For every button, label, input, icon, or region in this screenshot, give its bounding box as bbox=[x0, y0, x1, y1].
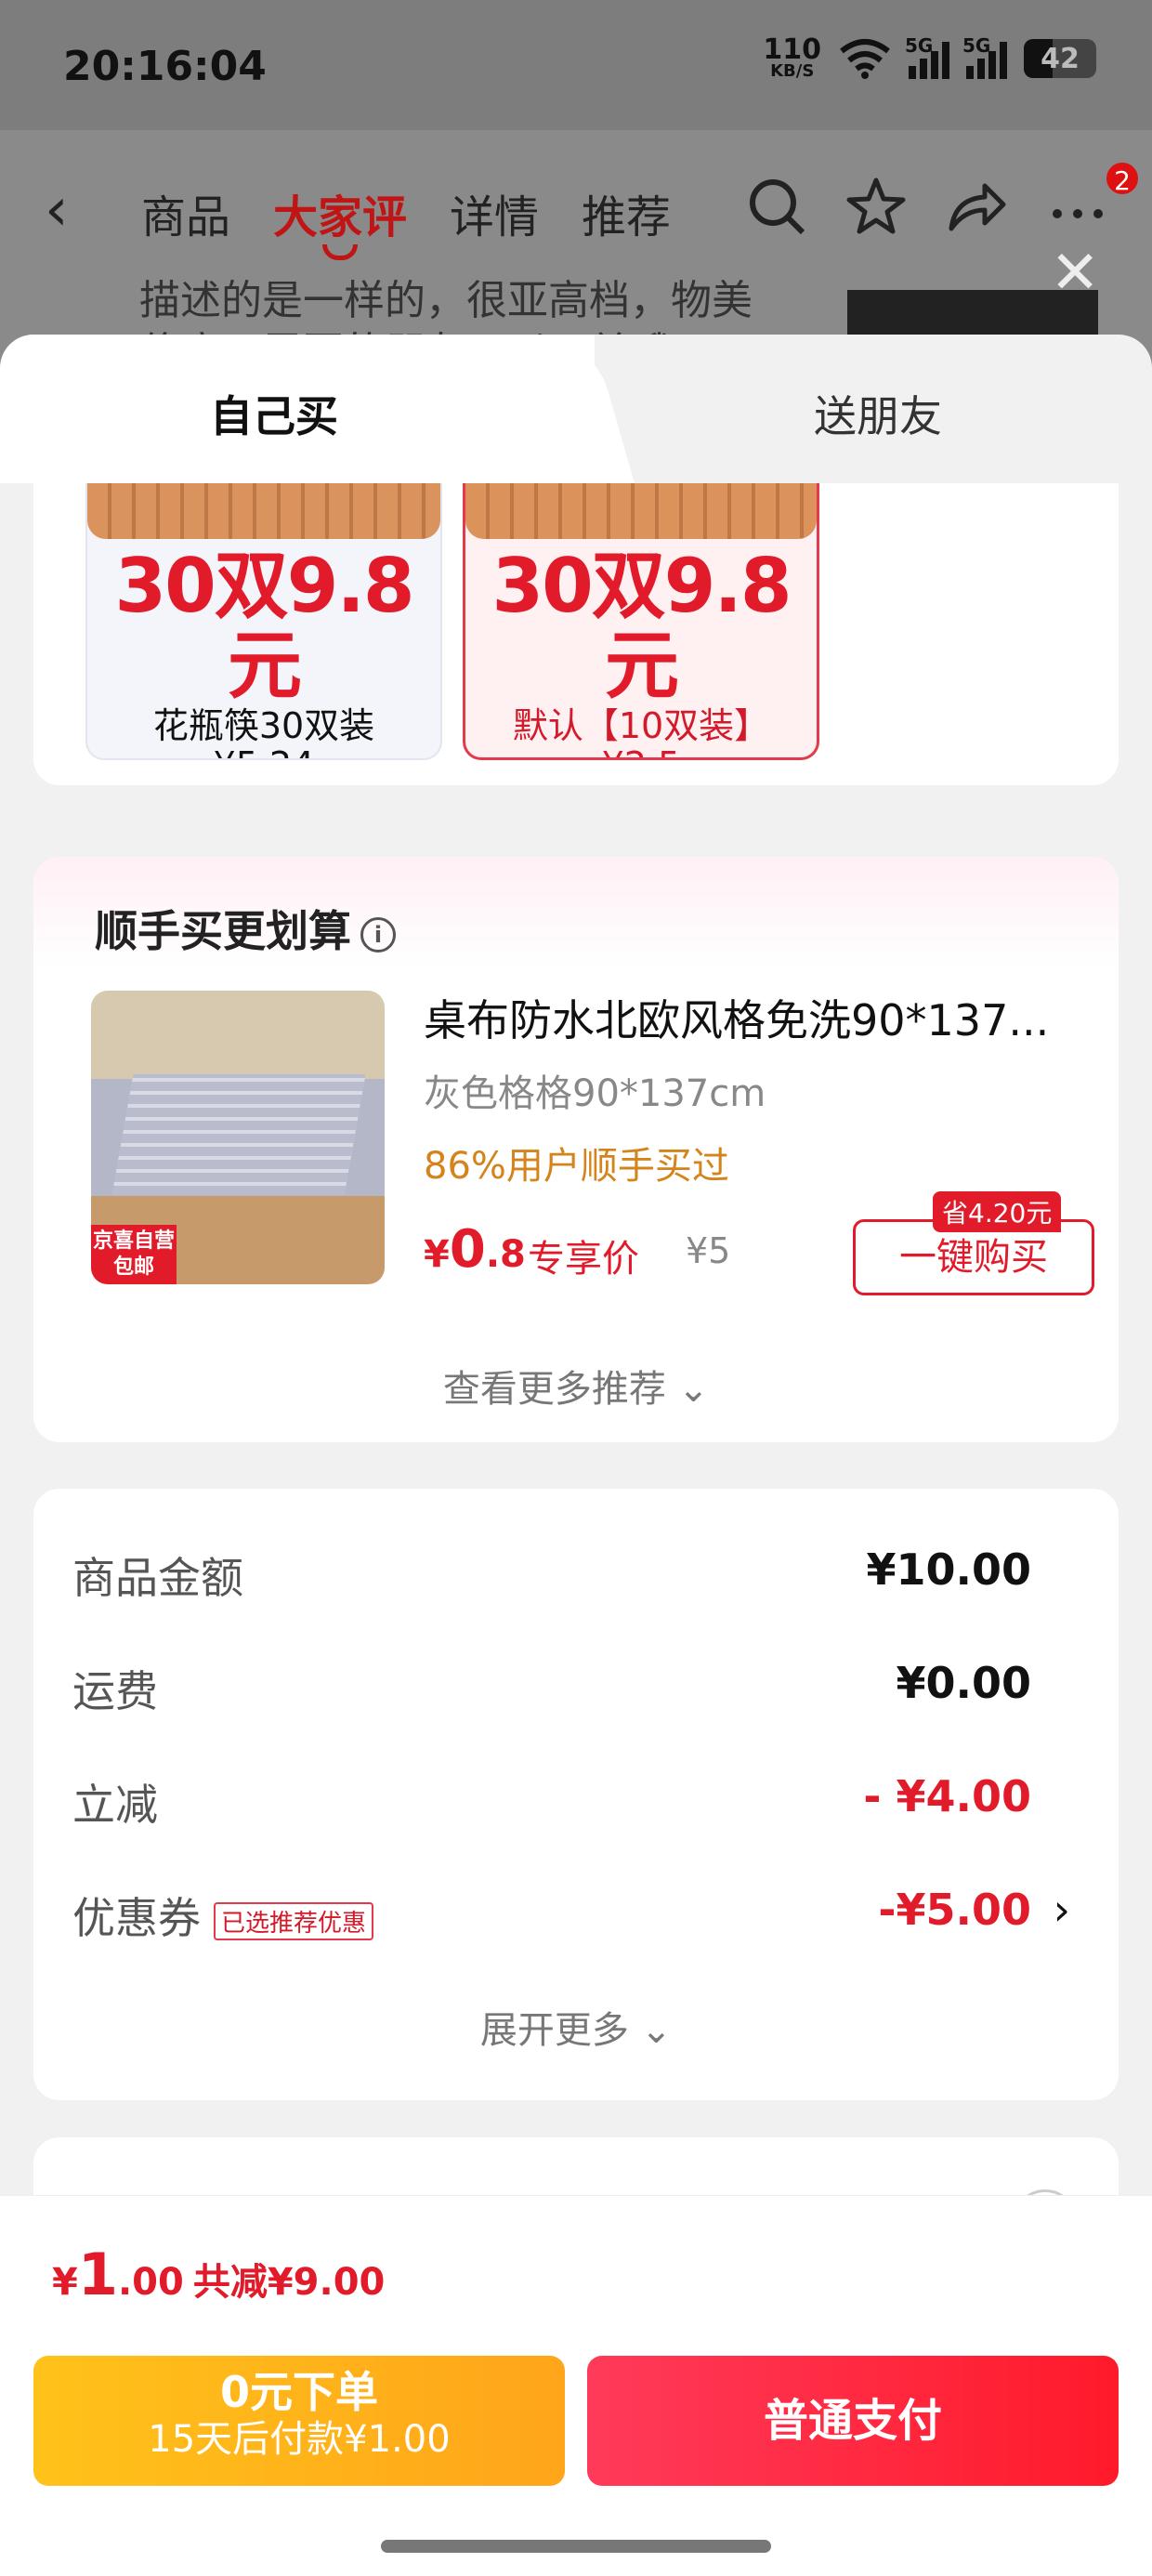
coupon-tag: 已选推荐优惠 bbox=[214, 1902, 374, 1940]
more-recommend-link[interactable]: 查看更多推荐 ⌄ bbox=[33, 1359, 1119, 1413]
bundle-bought-rate: 86%用户顺手买过 bbox=[424, 1145, 729, 1188]
free-shipping-tag: 京喜自营 包邮 bbox=[91, 1225, 177, 1284]
battery-icon: 42 bbox=[1024, 39, 1096, 78]
bundle-recommend-card: 顺手买更划算 i 京喜自营 包邮 桌布防水北欧风格免洗90*137... 灰色格格9… bbox=[33, 857, 1119, 1442]
home-indicator[interactable] bbox=[381, 2540, 771, 2553]
network-speed-value: 110 bbox=[763, 33, 821, 66]
summary-label: 立减 bbox=[72, 1780, 158, 1830]
more-badge: 2 bbox=[1104, 160, 1141, 197]
pay-later-sub: 15天后付款¥1.00 bbox=[148, 2418, 451, 2461]
price-int: 0 bbox=[449, 1219, 486, 1280]
sku-options-card: 30双9.8元 花瓶筷30双装 ¥5.24 30双9.8元 默认【10双装】 ¥… bbox=[33, 483, 1119, 785]
expand-more-link[interactable]: 展开更多 ⌄ bbox=[33, 2000, 1119, 2054]
summary-value: ¥10.00 bbox=[866, 1544, 1031, 1595]
status-icons: 110 KB/S 5G 5G 42 bbox=[763, 33, 1096, 81]
sku-promo: 30双9.8元 bbox=[491, 543, 792, 709]
pay-later-button[interactable]: 0元下单 15天后付款¥1.00 bbox=[33, 2356, 565, 2486]
sku-promo: 30双9.8元 bbox=[114, 543, 414, 709]
nav-actions bbox=[747, 177, 1111, 236]
summary-value: -¥5.00 bbox=[878, 1885, 1031, 1935]
status-time: 20:16:04 bbox=[63, 43, 267, 90]
signal-icon-1: 5G bbox=[905, 34, 949, 79]
info-icon[interactable]: i bbox=[360, 916, 396, 953]
chevron-right-icon[interactable]: › bbox=[1054, 1885, 1070, 1935]
product-thumbnail[interactable]: 京喜自营 包邮 bbox=[91, 991, 385, 1284]
summary-label: 运费 bbox=[72, 1666, 158, 1716]
bundle-heading: 顺手买更划算 i bbox=[95, 898, 396, 959]
tab-buy-self[interactable]: 自己买 bbox=[0, 383, 548, 444]
tablecloth-graphic bbox=[111, 1074, 366, 1195]
network-speed-unit: KB/S bbox=[770, 61, 815, 81]
tab-reviews[interactable]: 大家评 bbox=[273, 180, 407, 245]
status-bar: 20:16:04 110 KB/S 5G 5G 42 bbox=[0, 0, 1152, 130]
total-price: ¥1.00 共减¥9.00 bbox=[52, 2241, 385, 2308]
summary-label: 商品金额 bbox=[72, 1553, 243, 1603]
tab-product[interactable]: 商品 bbox=[141, 180, 230, 245]
chopsticks-image bbox=[87, 483, 440, 539]
signal-icon-2: 5G bbox=[962, 34, 1007, 79]
pay-later-title: 0元下单 bbox=[219, 2367, 378, 2417]
sku-option[interactable]: 30双9.8元 花瓶筷30双装 ¥5.24 bbox=[85, 483, 442, 760]
battery-level: 42 bbox=[1041, 43, 1080, 75]
normal-pay-button[interactable]: 普通支付 bbox=[587, 2356, 1119, 2486]
summary-value: ¥0.00 bbox=[896, 1658, 1031, 1708]
purchase-mode-switch: 自己买 送朋友 bbox=[0, 335, 1152, 483]
nav-tabs: 商品 大家评 详情 推荐 bbox=[141, 180, 671, 245]
search-icon[interactable] bbox=[747, 177, 806, 236]
sku-option-selected[interactable]: 30双9.8元 默认【10双装】 ¥2.5 bbox=[463, 483, 819, 760]
price-dec: .8 bbox=[485, 1233, 526, 1276]
bundle-product-title[interactable]: 桌布防水北欧风格免洗90*137... bbox=[424, 987, 1093, 1048]
close-icon[interactable]: ✕ bbox=[1050, 243, 1100, 303]
summary-label: 优惠券 bbox=[72, 1893, 201, 1943]
price-summary-card: 商品金额 ¥10.00 运费 ¥0.00 立减 - ¥4.00 优惠券 已选推荐优… bbox=[33, 1489, 1119, 2100]
sku-name: 花瓶筷30双装 bbox=[152, 705, 375, 746]
save-amount-badge: 省4.20元 bbox=[933, 1191, 1062, 1232]
bundle-product-spec: 灰色格格90*137cm bbox=[424, 1072, 766, 1115]
chopsticks-image bbox=[465, 483, 817, 539]
tab-details[interactable]: 详情 bbox=[450, 180, 539, 245]
total-currency: ¥ bbox=[52, 2261, 78, 2304]
network-speed: 110 KB/S bbox=[763, 33, 821, 81]
tab-recommend[interactable]: 推荐 bbox=[582, 180, 671, 245]
background-review-text: 描述的是一样的，很亚高档，物美价廉，需要的朋友可以下单哦 bbox=[139, 277, 753, 340]
total-dec: .00 bbox=[117, 2261, 184, 2304]
exclusive-price-label: 专享价 bbox=[528, 1238, 639, 1281]
checkout-bar: ¥1.00 共减¥9.00 0元下单 15天后付款¥1.00 普通支付 bbox=[0, 2195, 1152, 2576]
original-price: ¥5 bbox=[686, 1230, 731, 1271]
star-icon[interactable] bbox=[845, 177, 907, 236]
total-reduce: 共减¥9.00 bbox=[192, 2261, 386, 2304]
bundle-heading-text: 顺手买更划算 bbox=[95, 906, 351, 956]
coupon-label-group: 优惠券 已选推荐优惠 bbox=[72, 1885, 374, 1946]
sku-price: ¥2.5 bbox=[465, 745, 817, 757]
more-menu[interactable] bbox=[1046, 177, 1111, 236]
share-icon[interactable] bbox=[946, 177, 1007, 236]
total-int: 1 bbox=[77, 2241, 118, 2308]
tab-gift-friend[interactable]: 送朋友 bbox=[604, 383, 1152, 444]
back-icon[interactable]: ‹ bbox=[45, 180, 69, 240]
product-nav-bar: ‹ 商品 大家评 详情 推荐 2 bbox=[0, 149, 1152, 269]
signal-label-2: 5G bbox=[962, 34, 991, 57]
sku-name: 默认【10双装】 bbox=[512, 705, 770, 746]
bundle-price: ¥0.8 bbox=[424, 1219, 526, 1280]
more-icon[interactable] bbox=[1046, 177, 1111, 236]
wifi-icon bbox=[840, 39, 890, 79]
summary-value: - ¥4.00 bbox=[863, 1771, 1031, 1821]
signal-label-1: 5G bbox=[905, 34, 934, 57]
price-currency: ¥ bbox=[424, 1233, 450, 1276]
sku-price: ¥5.24 bbox=[87, 745, 440, 758]
